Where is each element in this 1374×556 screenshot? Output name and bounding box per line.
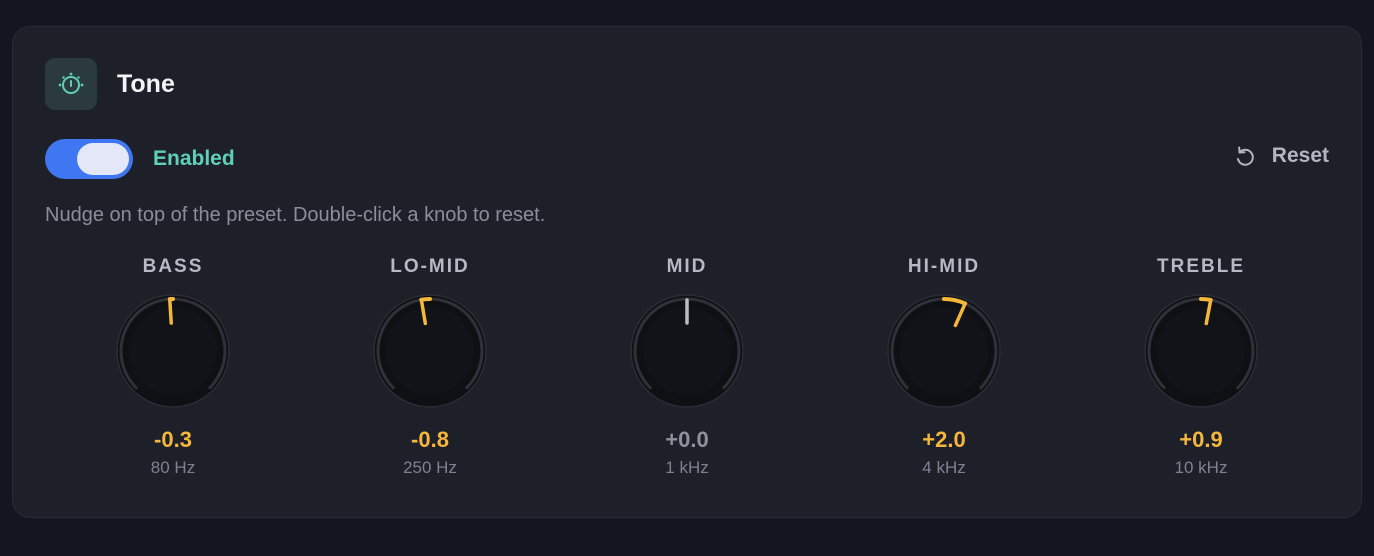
- panel-title: Tone: [117, 70, 175, 98]
- hint-text: Nudge on top of the preset. Double-click…: [45, 204, 546, 226]
- lo-mid-knob[interactable]: [372, 293, 488, 409]
- reset-button[interactable]: Reset: [1232, 143, 1329, 169]
- band-treble: TREBLE +0.9 10 kHz: [1101, 255, 1301, 477]
- toggle-thumb: [77, 143, 129, 175]
- band-value: -0.8: [411, 427, 449, 452]
- band-frequency: 10 kHz: [1174, 458, 1228, 477]
- knob-face: [1157, 307, 1245, 395]
- band-label: BASS: [142, 256, 204, 277]
- band-lo-mid: LO-MID -0.8 250 Hz: [330, 255, 530, 477]
- eq-bands: BASS -0.3 80 Hz LO-MID -0.8 250 Hz MID +…: [47, 255, 1331, 485]
- band-label: TREBLE: [1157, 256, 1245, 277]
- enabled-toggle[interactable]: [45, 139, 133, 179]
- treble-knob[interactable]: [1143, 293, 1259, 409]
- band-value: +2.0: [922, 427, 966, 452]
- hi-mid-knob[interactable]: [886, 293, 1002, 409]
- band-mid: MID +0.0 1 kHz: [587, 255, 787, 477]
- band-frequency: 1 kHz: [665, 458, 709, 477]
- band-value: +0.9: [1179, 427, 1223, 452]
- band-value: +0.0: [665, 427, 709, 452]
- mid-knob[interactable]: [629, 293, 745, 409]
- knob-pointer: [168, 298, 173, 325]
- band-frequency: 250 Hz: [403, 458, 457, 477]
- band-hi-mid: HI-MID +2.0 4 kHz: [844, 255, 1044, 477]
- reset-icon: [1232, 143, 1258, 169]
- knob-face: [900, 307, 988, 395]
- tone-panel: Tone Enabled Reset Nudge on top of the p…: [12, 26, 1362, 518]
- toggle-label: Enabled: [153, 147, 235, 170]
- bass-knob[interactable]: [115, 293, 231, 409]
- band-bass: BASS -0.3 80 Hz: [73, 255, 273, 477]
- knob-face: [386, 307, 474, 395]
- band-label: LO-MID: [390, 256, 470, 277]
- band-label: HI-MID: [907, 256, 981, 277]
- band-frequency: 4 kHz: [922, 458, 966, 477]
- reset-label: Reset: [1271, 144, 1329, 167]
- knob-face: [129, 307, 217, 395]
- band-label: MID: [666, 256, 708, 277]
- tuning-knob-icon: [45, 58, 97, 110]
- band-frequency: 80 Hz: [150, 458, 196, 477]
- band-value: -0.3: [154, 427, 192, 452]
